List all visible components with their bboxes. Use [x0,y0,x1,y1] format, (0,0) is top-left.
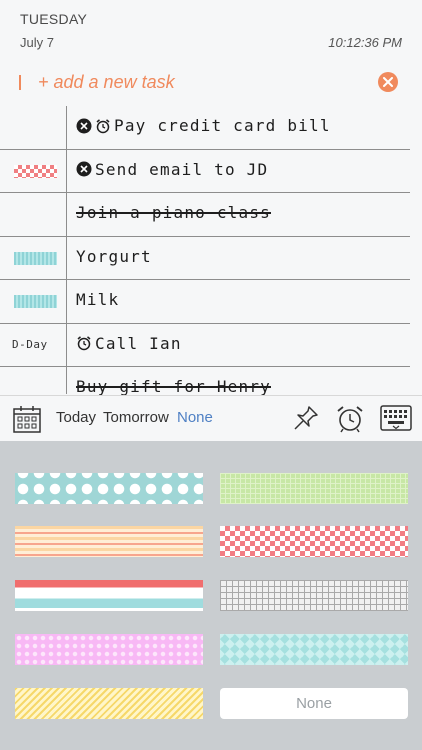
tape-gray-grid[interactable] [220,580,408,611]
no-image-icon [76,161,92,177]
task-label: Milk [76,290,120,309]
list-item[interactable]: Join a piano class [0,193,410,237]
text-cursor [19,75,21,90]
teal-tape-tag [14,295,57,308]
calendar-icon[interactable] [12,404,42,434]
alarm-icon [77,336,91,351]
no-image-icon [76,118,92,133]
task-content: Yorgurt [76,247,152,266]
chip-tomorrow[interactable]: Tomorrow [103,409,169,426]
close-icon [383,77,393,87]
day-label: TUESDAY [20,11,88,27]
task-label: Call Ian [95,333,182,353]
task-label: Yorgurt [76,246,152,266]
task-content: Buy gift for Henry [76,377,271,396]
task-list: Pay credit card bill Send email to JD Jo… [0,106,410,410]
list-item[interactable]: Yorgurt [0,237,410,280]
chip-today[interactable]: Today [56,409,96,426]
task-content: Send email to JD [76,160,268,179]
task-label: Send email to JD [95,159,269,179]
keyboard-icon[interactable] [380,405,412,431]
list-item[interactable]: D-Day Call Ian [0,324,410,367]
task-content: Milk [76,290,119,309]
tape-pink-dots[interactable] [15,634,203,665]
task-label: Pay credit card bill [114,116,331,135]
add-task-input[interactable] [38,70,338,94]
list-item[interactable]: Pay credit card bill [0,106,410,150]
tape-red-checker[interactable] [220,526,408,557]
time-label: 10:12:36 PM [328,35,402,50]
tape-orange-stripes[interactable] [15,526,203,557]
list-item[interactable]: Milk [0,280,410,324]
tape-teal-diamond[interactable] [220,634,408,665]
clear-input-button[interactable] [378,72,398,92]
task-label-done: Join a piano class [76,203,271,222]
task-content: Call Ian [76,334,182,353]
list-item[interactable]: Send email to JD [0,150,410,193]
alarm-icon [96,118,110,133]
header: TUESDAY July 7 10:12:36 PM [0,0,422,60]
alarm-icon[interactable] [335,404,365,434]
dday-tag: D-Day [12,337,48,351]
chip-none[interactable]: None [177,409,213,426]
checker-tape-tag [14,164,57,178]
tape-green-grid[interactable] [220,473,408,504]
tape-red-teal-stripes[interactable] [15,580,203,611]
add-task-row [0,66,422,98]
teal-tape-tag [14,251,57,265]
tape-yellow-diagonal[interactable] [15,688,203,719]
tape-none-button[interactable]: None [220,688,408,719]
tape-teal-dots[interactable] [15,473,203,504]
date-label: July 7 [20,35,54,50]
task-content: Join a piano class [76,203,271,222]
task-content: Pay credit card bill [76,116,331,135]
task-label-done: Buy gift for Henry [76,377,271,396]
pin-icon[interactable] [292,404,320,432]
date-toolbar: Today Tomorrow None [0,395,422,442]
